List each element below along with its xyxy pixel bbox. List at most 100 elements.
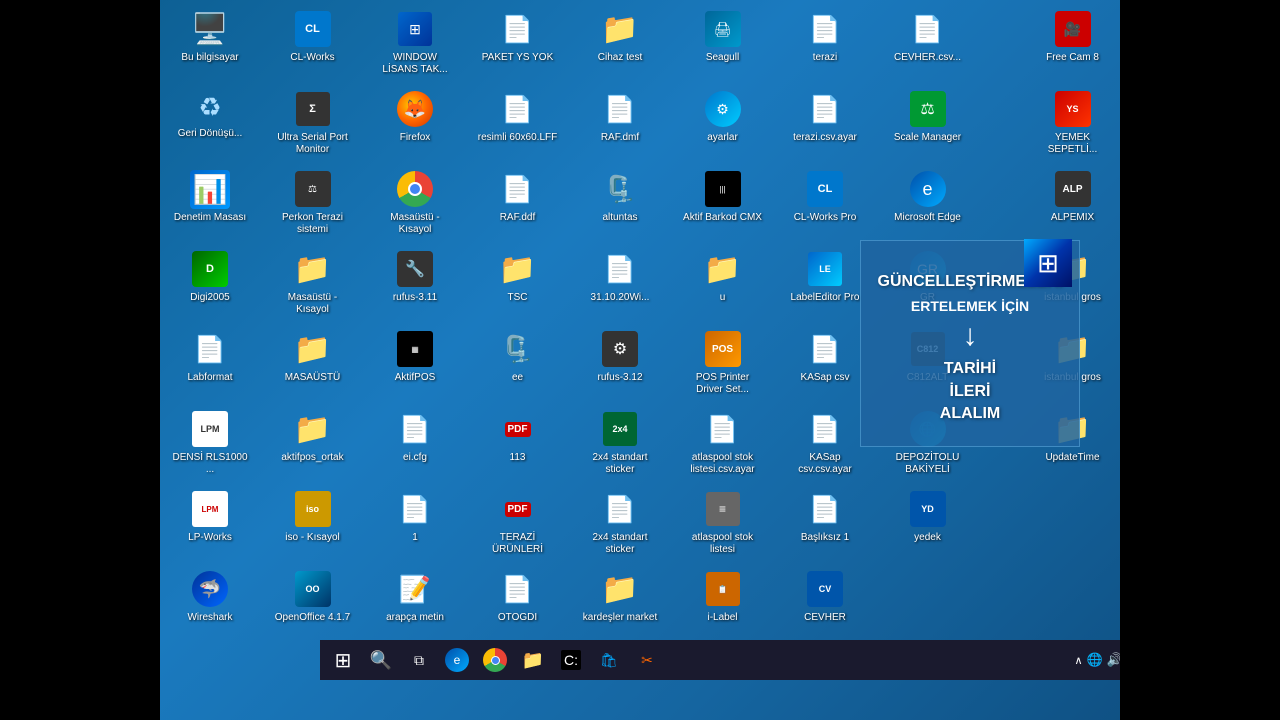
icon-resimli[interactable]: 📄 resimli 60x60.LFF <box>473 85 563 165</box>
yemek-app-icon: YS <box>1055 91 1091 127</box>
taskbar-store-icon: 🛍 <box>600 652 618 669</box>
desktop-area: 🖥️ Bu bilgisayar ♻ Geri Dönüşü... 📊 Dene… <box>160 0 1120 680</box>
icon-wireshark[interactable]: 🦈 Wireshark <box>165 565 255 645</box>
icon-masaustu2[interactable]: 📁 MASAÜSTÜ <box>268 325 358 405</box>
taskbar-tools-button[interactable]: ✂ <box>629 642 665 678</box>
recycle-bin-icon: ♻ <box>192 89 228 125</box>
icon-arapca[interactable]: 📝 arapça metin <box>370 565 460 645</box>
icon-cevher[interactable]: CV CEVHER <box>780 565 870 645</box>
icon-sticker2-2x4[interactable]: 📄 2x4 standart sticker <box>575 485 665 565</box>
icon-kasap-csv[interactable]: 📄 KASap csv <box>780 325 870 405</box>
icon-labformat[interactable]: 📄 Labformat <box>165 325 255 405</box>
taskbar-explorer-button[interactable]: 📁 <box>515 642 551 678</box>
taskbar-edge-button[interactable]: e <box>439 642 475 678</box>
barkod-cmx-icon: ||| <box>705 171 741 207</box>
pos-printer-icon: POS <box>705 331 741 367</box>
icon-alpemix[interactable]: ALP ALPEMIX <box>1030 165 1115 245</box>
rufus-app-icon: ⚙ <box>602 331 638 367</box>
icon-ultra-serial[interactable]: Σ Ultra Serial Port Monitor <box>268 85 358 165</box>
icon-terazi[interactable]: 📄 terazi <box>780 5 870 85</box>
taskbar-cmd-button[interactable]: C: <box>553 642 589 678</box>
icon-ei-cfg[interactable]: 📄 ei.cfg <box>370 405 460 485</box>
tray-icons: ∧ 🌐 🔊 🔋 <box>1074 652 1120 668</box>
system-tray: ∧ 🌐 🔊 🔋 TUR TRF 10:13 13.03.2021 🗨 <box>1074 645 1120 676</box>
ayarlar-icon: ⚙ <box>705 91 741 127</box>
aktifpos-app-icon: ▦ <box>397 331 433 367</box>
icon-atlaspool-stok2[interactable]: ≡ atlaspool stok listesi <box>678 485 768 565</box>
taskbar-search-icon: 🔍 <box>370 650 392 671</box>
tray-speaker-icon[interactable]: 🔊 <box>1107 652 1120 668</box>
icon-masaustu-kisayol[interactable]: 📁 Masaüstü - Kısayol <box>268 245 358 325</box>
start-button[interactable]: ⊞ <box>325 642 361 678</box>
icon-raf-dmf[interactable]: 📄 RAF.dmf <box>575 85 665 165</box>
taskbar-chrome-button[interactable] <box>477 642 513 678</box>
tray-chevron-icon[interactable]: ∧ <box>1074 654 1082 667</box>
icon-ee[interactable]: 🗜️ ee <box>473 325 563 405</box>
icon-file-113[interactable]: PDF 113 <box>473 405 563 485</box>
icon-win-bak[interactable]: 📄 31.10.20Wi... <box>575 245 665 325</box>
left-black-bar <box>0 0 160 720</box>
taskbar-store-button[interactable]: 🛍 <box>591 642 627 678</box>
icon-scale-manager[interactable]: ⚖ Scale Manager <box>883 85 973 165</box>
densi-app-icon: LPM <box>192 411 228 447</box>
icon-geri-donusum[interactable]: ♻ Geri Dönüşü... <box>165 85 255 165</box>
icon-kardesler[interactable]: 📁 kardeşler market <box>575 565 665 645</box>
icon-free-cam[interactable]: 🎥 Free Cam 8 <box>1030 5 1115 85</box>
icon-aktifpos-ortak[interactable]: 📁 aktifpos_ortak <box>268 405 358 485</box>
icon-firefox[interactable]: 🦊 Firefox <box>370 85 460 165</box>
icon-cihaz-test[interactable]: 📁 Cihaz test <box>575 5 665 85</box>
icon-i-label[interactable]: 📋 i-Label <box>678 565 768 645</box>
icon-ms-edge[interactable]: e Microsoft Edge <box>883 165 973 245</box>
popup-line4: İLERİ <box>876 381 1064 403</box>
icon-window-lisans[interactable]: ⊞ WINDOW LİSANS TAK... <box>370 5 460 85</box>
icon-paket-yok[interactable]: 📄 PAKET YS YOK <box>473 5 563 85</box>
icon-kasap-csv2[interactable]: 📄 KASap csv.csv.ayar <box>780 405 870 485</box>
free-cam-icon: 🎥 <box>1055 11 1091 47</box>
icon-denetim[interactable]: 📊 Denetim Masası <box>165 165 255 245</box>
lpm-app-icon: LPM <box>192 491 228 527</box>
icon-file-1[interactable]: 📄 1 <box>370 485 460 565</box>
icon-altuntas[interactable]: 🗜️ altuntas <box>575 165 665 245</box>
icon-tsc[interactable]: 📁 TSC <box>473 245 563 325</box>
search-button[interactable]: 🔍 <box>363 642 399 678</box>
pdf-icon2: PDF <box>505 502 531 517</box>
icon-basliksiz1[interactable]: 📄 Başlıksız 1 <box>780 485 870 565</box>
icon-raf-ddf[interactable]: 📄 RAF.ddf <box>473 165 563 245</box>
icon-yemek-sepeti[interactable]: YS YEMEK SEPETLİ... <box>1030 85 1115 165</box>
tray-network-icon[interactable]: 🌐 <box>1087 652 1103 668</box>
popup-line5: ALALIM <box>876 403 1064 425</box>
icon-aktifpos[interactable]: ▦ AktifPOS <box>370 325 460 405</box>
icon-openoffice[interactable]: OO OpenOffice 4.1.7 <box>268 565 358 645</box>
icon-otogdi[interactable]: 📄 OTOGDI <box>473 565 563 645</box>
icon-pos-printer[interactable]: POS POS Printer Driver Set... <box>678 325 768 405</box>
icon-yedek[interactable]: YD yedek <box>883 485 973 565</box>
icon-rufus-311[interactable]: 🔧 rufus-3.11 <box>370 245 460 325</box>
icon-cl-works-pro[interactable]: CL CL-Works Pro <box>780 165 870 245</box>
cevher-app-icon: CV <box>807 571 843 607</box>
icon-aktif-barkod[interactable]: ||| Aktif Barkod CMX <box>678 165 768 245</box>
icon-iso-kisayol[interactable]: iso iso - Kısayol <box>268 485 358 565</box>
icon-terazi-csv[interactable]: 📄 terazi.csv.ayar <box>780 85 870 165</box>
iso-file-icon: iso <box>295 491 331 527</box>
icon-perkon-terazi[interactable]: ⚖ Perkon Terazi sistemi <box>268 165 358 245</box>
icon-densi[interactable]: LPM DENSİ RLS1000 ... <box>165 405 255 485</box>
icon-cevher-csv[interactable]: 📄 CEVHER.csv... <box>883 5 973 85</box>
icon-google-chrome[interactable]: Masaüstü - Kısayol <box>370 165 460 245</box>
icon-label-editor[interactable]: LE LabelEditor Pro <box>780 245 870 325</box>
icon-atlaspool-stok[interactable]: 📄 atlaspool stok listesi.csv.ayar <box>678 405 768 485</box>
icon-bu-bilgisayar[interactable]: 🖥️ Bu bilgisayar <box>165 5 255 85</box>
icon-sticker-2x4[interactable]: 2x4 2x4 standart sticker <box>575 405 665 485</box>
popup-line3: TARİHİ <box>876 358 1064 380</box>
label-editor-icon: LE <box>808 252 842 286</box>
icon-seagull[interactable]: 🖨 Seagull <box>678 5 768 85</box>
icon-terazi-urunleri[interactable]: PDF TERAZİ ÜRÜNLERİ <box>473 485 563 565</box>
icon-ayarlar[interactable]: ⚙ ayarlar <box>678 85 768 165</box>
task-view-button[interactable]: ⧉ <box>401 642 437 678</box>
window-lisans-icon: ⊞ <box>398 12 432 46</box>
icon-digi2005[interactable]: D Digi2005 <box>165 245 255 325</box>
icon-lp-works[interactable]: LPM LP-Works <box>165 485 255 565</box>
icon-cl-works[interactable]: CL CL-Works <box>268 5 358 85</box>
atlaspool-icon: ≡ <box>706 492 740 526</box>
icon-file-u[interactable]: 📁 u <box>678 245 768 325</box>
icon-rufus-312[interactable]: ⚙ rufus-3.12 <box>575 325 665 405</box>
